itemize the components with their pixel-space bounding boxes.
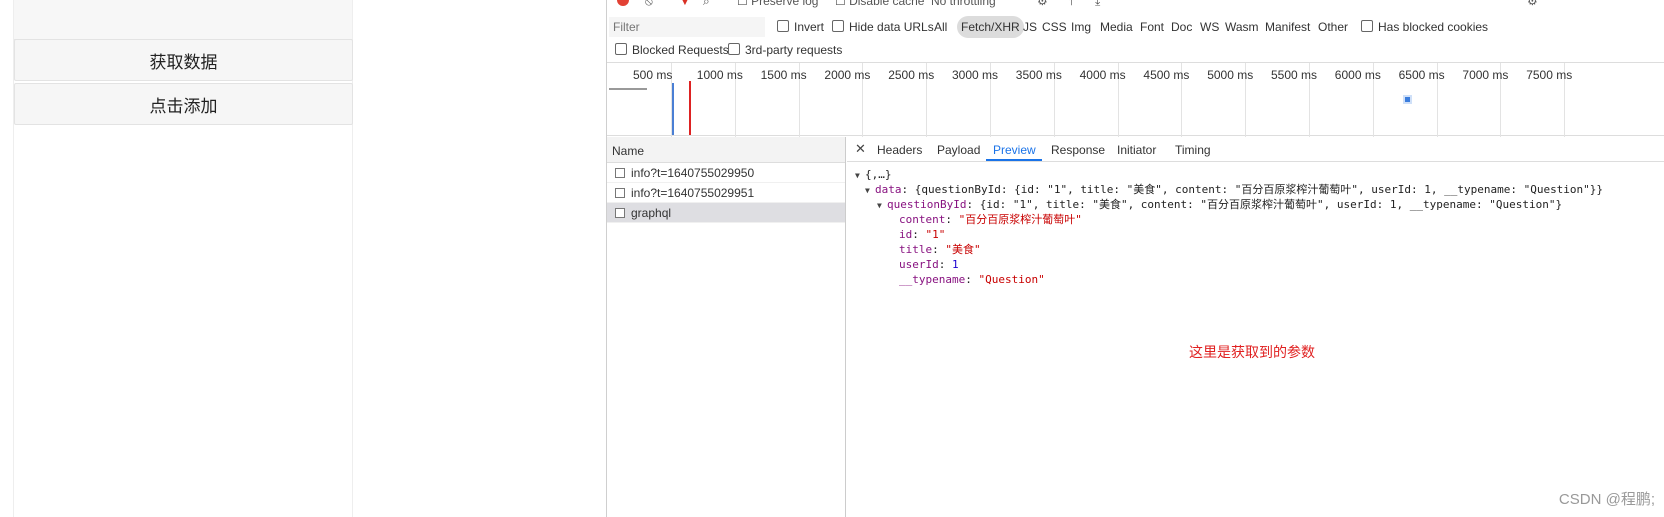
- timeline-tick-label: 500 ms: [633, 68, 673, 82]
- tab-initiator[interactable]: Initiator: [1117, 143, 1156, 157]
- fetch-data-button[interactable]: 获取数据: [14, 39, 353, 81]
- type-filter-css[interactable]: CSS: [1042, 20, 1067, 34]
- timeline-request-marker: [1403, 95, 1412, 104]
- request-name: info?t=1640755029951: [631, 185, 755, 200]
- hide-data-urls-checkbox[interactable]: [832, 20, 844, 32]
- request-detail-pane: ✕ Headers Payload Preview Response Initi…: [847, 137, 1664, 517]
- filter-icon[interactable]: ▼: [679, 0, 691, 8]
- timeline-tick-label: 5000 ms: [1207, 68, 1254, 82]
- devtools-network-panel: ⦸ ▼ ⌕ ☐ Preserve log ☐ Disable cache No …: [606, 0, 1664, 517]
- throttling-select[interactable]: No throttling: [931, 0, 996, 8]
- type-filter-media[interactable]: Media: [1100, 20, 1133, 34]
- has-blocked-cookies-label: Has blocked cookies: [1378, 20, 1489, 34]
- preserve-log-checkbox[interactable]: ☐ Preserve log: [737, 0, 818, 8]
- blocked-requests-checkbox[interactable]: [615, 43, 627, 55]
- timeline-tick-label: 3000 ms: [952, 68, 999, 82]
- third-party-checkbox[interactable]: [728, 43, 740, 55]
- annotation-note: 这里是获取到的参数: [1189, 344, 1315, 360]
- type-filter-ws[interactable]: WS: [1200, 20, 1219, 34]
- record-icon[interactable]: [617, 0, 629, 6]
- json-field[interactable]: __typename: "Question": [899, 272, 1045, 287]
- has-blocked-cookies-checkbox[interactable]: [1361, 20, 1373, 32]
- request-type-icon: [615, 167, 625, 178]
- tab-response[interactable]: Response: [1051, 143, 1105, 157]
- tab-headers[interactable]: Headers: [877, 143, 922, 157]
- add-button[interactable]: 点击添加: [14, 83, 353, 125]
- type-filter-manifest[interactable]: Manifest: [1265, 20, 1310, 34]
- preserve-log-label: Preserve log: [751, 0, 819, 8]
- type-filter-font[interactable]: Font: [1140, 20, 1164, 34]
- search-icon[interactable]: ⌕: [703, 0, 710, 9]
- request-name: info?t=1640755029950: [631, 165, 755, 180]
- name-column-header[interactable]: Name: [607, 137, 845, 163]
- timeline-bar-early: [609, 88, 647, 90]
- clear-icon[interactable]: ⦸: [645, 0, 653, 9]
- import-har-icon[interactable]: ⤒: [1069, 0, 1074, 9]
- timeline-tick-label: 7000 ms: [1462, 68, 1509, 82]
- type-filter-js[interactable]: JS: [1023, 20, 1037, 34]
- timeline-tick-label: 7500 ms: [1526, 68, 1573, 82]
- type-filter-all[interactable]: All: [934, 20, 947, 34]
- timeline-tick-label: 6500 ms: [1398, 68, 1445, 82]
- type-filter-wasm[interactable]: Wasm: [1225, 20, 1259, 34]
- settings-icon[interactable]: ⚙: [1527, 0, 1538, 8]
- expand-triangle-icon[interactable]: ▼: [865, 183, 875, 198]
- timeline-tick-label: 2500 ms: [888, 68, 935, 82]
- blocked-requests-label: Blocked Requests: [632, 43, 729, 57]
- app-header: [14, 0, 352, 40]
- timeline-tick-label: 1000 ms: [696, 68, 743, 82]
- json-field[interactable]: content: "百分百原浆榨汁葡萄叶": [899, 212, 1082, 227]
- timeline-tick-label: 6000 ms: [1334, 68, 1381, 82]
- disable-cache-checkbox[interactable]: ☐ Disable cache: [835, 0, 924, 8]
- disable-cache-label: Disable cache: [849, 0, 925, 8]
- json-field[interactable]: title: "美食": [899, 242, 981, 257]
- filter-bar: Invert Hide data URLs All Fetch/XHR JS C…: [607, 14, 1664, 40]
- json-field[interactable]: id: "1": [899, 227, 945, 242]
- request-type-icon: [615, 207, 625, 218]
- network-conditions-icon[interactable]: ⚙: [1037, 0, 1048, 8]
- request-type-icon: [615, 187, 625, 198]
- type-filter-doc[interactable]: Doc: [1171, 20, 1192, 34]
- filter-input[interactable]: [609, 17, 765, 37]
- network-overview-timeline[interactable]: 500 ms 1000 ms 1500 ms 2000 ms 2500 ms 3000 m…: [607, 62, 1664, 137]
- active-tab-indicator: [986, 159, 1042, 161]
- request-row[interactable]: info?t=1640755029950: [607, 163, 845, 183]
- timeline-tick-label: 1500 ms: [760, 68, 807, 82]
- watermark: CSDN @程鹏;: [1558, 491, 1655, 508]
- json-root[interactable]: ▼ {,…}: [855, 167, 892, 183]
- type-filter-other[interactable]: Other: [1318, 20, 1348, 34]
- detail-tabs: ✕ Headers Payload Preview Response Initi…: [847, 137, 1664, 162]
- timeline-tick-label: 4000 ms: [1079, 68, 1126, 82]
- tab-preview[interactable]: Preview: [993, 143, 1036, 157]
- dom-content-loaded-line: [672, 83, 674, 135]
- tab-payload[interactable]: Payload: [937, 143, 980, 157]
- load-event-line: [689, 81, 691, 135]
- request-row[interactable]: info?t=1640755029951: [607, 183, 845, 203]
- export-har-icon[interactable]: ⤓: [1095, 0, 1100, 9]
- timeline-tick-label: 2000 ms: [824, 68, 871, 82]
- type-filter-fetch-xhr[interactable]: Fetch/XHR: [957, 16, 1024, 38]
- network-toolbar: ⦸ ▼ ⌕ ☐ Preserve log ☐ Disable cache No …: [607, 0, 1664, 10]
- json-data-line[interactable]: ▼ data: {questionById: {id: "1", title: "…: [865, 182, 1603, 198]
- request-name: graphql: [631, 205, 672, 220]
- timeline-tick-label: 4500 ms: [1143, 68, 1190, 82]
- request-row-selected[interactable]: graphql: [607, 203, 845, 223]
- expand-triangle-icon[interactable]: ▼: [877, 198, 887, 213]
- app-panel: 获取数据 点击添加: [13, 0, 353, 517]
- type-filter-img[interactable]: Img: [1071, 20, 1091, 34]
- json-field[interactable]: userId: 1: [899, 257, 959, 272]
- timeline-tick-label: 5500 ms: [1271, 68, 1318, 82]
- timeline-tick-label: 3500 ms: [1015, 68, 1062, 82]
- expand-triangle-icon[interactable]: ▼: [855, 168, 865, 183]
- screen: 获取数据 点击添加 ⦸ ▼ ⌕ ☐ Preserve log ☐ Disable…: [0, 0, 1664, 517]
- json-question-line[interactable]: ▼ questionById: {id: "1", title: "美食", co…: [877, 197, 1562, 213]
- invert-checkbox[interactable]: [777, 20, 789, 32]
- filter-bar-row-2: Blocked Requests 3rd-party requests: [607, 40, 1664, 62]
- close-icon[interactable]: ✕: [855, 141, 866, 157]
- invert-label: Invert: [794, 20, 825, 34]
- tab-timing[interactable]: Timing: [1175, 143, 1211, 157]
- request-list: Name info?t=1640755029950 info?t=1640755…: [607, 137, 846, 517]
- third-party-label: 3rd-party requests: [745, 43, 843, 57]
- hide-data-urls-label: Hide data URLs: [849, 20, 934, 34]
